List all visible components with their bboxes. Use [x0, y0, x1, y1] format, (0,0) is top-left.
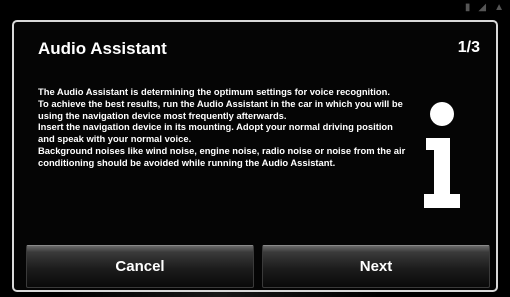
- next-button[interactable]: Next: [262, 245, 490, 288]
- navigation-screen: ▮ ◢ ▲ Audio Assistant 1/3 The Audio Assi…: [0, 0, 510, 297]
- cancel-button[interactable]: Cancel: [26, 245, 254, 288]
- dialog-title: Audio Assistant: [38, 39, 167, 58]
- page-indicator: 1/3: [457, 39, 480, 56]
- status-icon: ▮: [464, 2, 471, 13]
- status-bar: ▮ ◢ ▲: [465, 2, 504, 13]
- body-paragraph: To achieve the best results, run the Aud…: [38, 97, 403, 121]
- warning-icon: ▲: [494, 2, 504, 13]
- audio-assistant-dialog: Audio Assistant 1/3 The Audio Assistant …: [12, 20, 498, 292]
- body-paragraph: Insert the navigation device in its moun…: [38, 121, 393, 145]
- info-icon: [424, 102, 460, 208]
- body-paragraph: Background noises like wind noise, engin…: [38, 144, 406, 168]
- dialog-body-text: The Audio Assistant is determining the o…: [38, 86, 408, 169]
- signal-icon: ◢: [478, 2, 487, 13]
- body-paragraph: The Audio Assistant is determining the o…: [38, 86, 390, 97]
